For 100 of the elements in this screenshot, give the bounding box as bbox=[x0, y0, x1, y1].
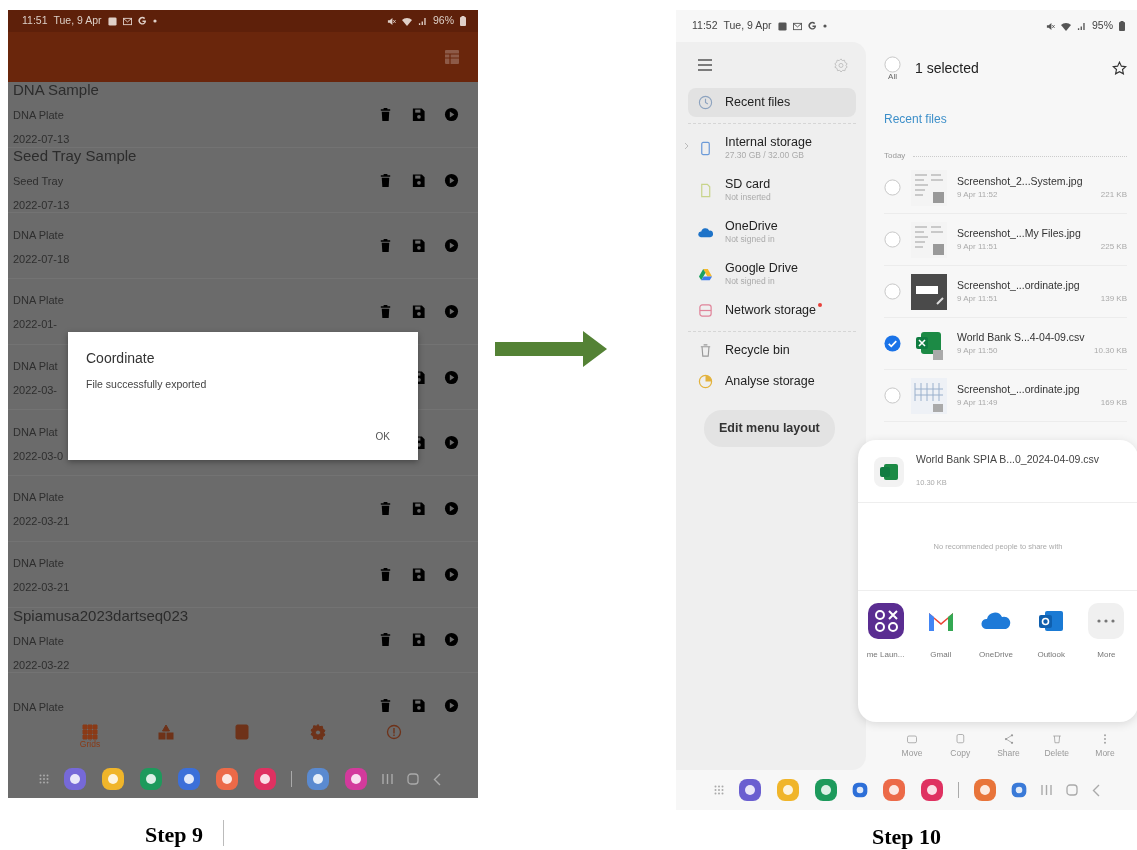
app-icon[interactable] bbox=[101, 767, 125, 791]
app-icon[interactable] bbox=[139, 767, 163, 791]
play-icon[interactable] bbox=[444, 303, 459, 319]
signal-icon bbox=[1077, 21, 1086, 31]
play-icon[interactable] bbox=[444, 566, 459, 582]
drawer-item[interactable]: Recent files bbox=[688, 88, 856, 117]
app-icon[interactable] bbox=[344, 767, 368, 791]
share-target[interactable]: OneDrive bbox=[968, 602, 1024, 661]
trash-icon[interactable] bbox=[378, 632, 393, 648]
radio-icon[interactable] bbox=[884, 387, 901, 404]
file-size: 221 KB bbox=[1100, 189, 1127, 202]
play-icon[interactable] bbox=[444, 238, 459, 254]
edit-menu-button[interactable]: Edit menu layout bbox=[704, 410, 835, 447]
play-icon[interactable] bbox=[444, 106, 459, 122]
play-icon[interactable] bbox=[444, 172, 459, 188]
trash-icon[interactable] bbox=[378, 303, 393, 319]
mute-icon bbox=[387, 16, 396, 26]
file-name[interactable]: Screenshot_...My Files.jpg bbox=[957, 225, 1081, 242]
grid-icon bbox=[82, 724, 98, 740]
drawer-item[interactable]: Network storage bbox=[688, 296, 856, 326]
screenshot-thumbnail[interactable] bbox=[911, 273, 947, 310]
trash-icon bbox=[1050, 733, 1063, 746]
app-icon[interactable] bbox=[851, 782, 868, 798]
trash-icon[interactable] bbox=[378, 106, 393, 122]
app-drawer-icon[interactable] bbox=[39, 774, 49, 784]
radio-icon[interactable] bbox=[884, 231, 901, 248]
battery-icon bbox=[1119, 21, 1125, 31]
app-icon[interactable] bbox=[919, 778, 944, 802]
file-name[interactable]: Screenshot_...ordinate.jpg bbox=[957, 381, 1080, 398]
app-icon[interactable] bbox=[63, 767, 87, 791]
file-name[interactable]: Screenshot_2...System.jpg bbox=[957, 173, 1083, 190]
trash-icon[interactable] bbox=[378, 698, 393, 714]
file-date: 9 Apr 11:49 bbox=[957, 397, 998, 410]
app-drawer-icon[interactable] bbox=[713, 785, 724, 795]
status-date: Tue, 9 Apr bbox=[53, 13, 102, 29]
dot-icon bbox=[822, 24, 827, 28]
home-icon[interactable] bbox=[407, 773, 419, 785]
file-name[interactable]: World Bank S...4-04-09.csv bbox=[957, 329, 1085, 346]
move-icon bbox=[906, 733, 918, 746]
file-date: 9 Apr 11:52 bbox=[957, 189, 998, 202]
battery-level: 96% bbox=[433, 13, 454, 29]
step-caption: Step 9 bbox=[145, 824, 204, 846]
play-icon[interactable] bbox=[444, 369, 459, 385]
play-icon[interactable] bbox=[444, 500, 459, 516]
signal-icon bbox=[418, 16, 427, 26]
radio-icon[interactable] bbox=[884, 55, 901, 73]
spreadsheet-file-icon bbox=[874, 456, 904, 487]
star-icon[interactable] bbox=[1112, 60, 1127, 76]
google-icon bbox=[137, 16, 147, 26]
play-icon[interactable] bbox=[444, 698, 459, 714]
dot-icon bbox=[152, 19, 157, 23]
app-icon[interactable] bbox=[1010, 782, 1027, 798]
drawer-item[interactable]: SD card Not inserted bbox=[688, 170, 856, 211]
radio-icon[interactable] bbox=[884, 283, 901, 300]
drawer-item[interactable]: Analyse storage bbox=[688, 367, 856, 397]
record-type: DNA Plat bbox=[13, 360, 58, 373]
app-icon[interactable] bbox=[215, 767, 239, 791]
back-icon[interactable] bbox=[1091, 783, 1100, 797]
more-icon bbox=[1088, 602, 1125, 639]
radio-icon[interactable] bbox=[884, 179, 901, 196]
share-target[interactable]: Gmail bbox=[913, 602, 969, 661]
status-time: 11:52 bbox=[692, 18, 718, 34]
recent-apps-icon[interactable] bbox=[382, 773, 393, 785]
play-icon[interactable] bbox=[444, 632, 459, 648]
share-target[interactable]: More bbox=[1078, 602, 1134, 661]
select-all-label: All bbox=[888, 72, 897, 81]
table-icon[interactable] bbox=[444, 49, 460, 65]
app-icon[interactable] bbox=[306, 767, 330, 791]
drawer-item[interactable]: Recycle bin bbox=[688, 336, 856, 366]
ok-button[interactable]: OK bbox=[365, 426, 400, 446]
trash-icon[interactable] bbox=[378, 238, 393, 254]
record-date: 2022-07-18 bbox=[13, 252, 70, 265]
trash-icon[interactable] bbox=[378, 566, 393, 582]
record-title: Seed Tray Sample bbox=[13, 147, 137, 165]
recent-apps-icon[interactable] bbox=[1040, 784, 1052, 796]
share-target[interactable]: me Laun... bbox=[858, 602, 914, 661]
file-date: 9 Apr 11:51 bbox=[957, 241, 998, 254]
mail-icon bbox=[792, 21, 802, 31]
sd-card-icon bbox=[698, 182, 713, 198]
app-icon[interactable] bbox=[253, 767, 277, 791]
screenshot-thumbnail[interactable] bbox=[911, 377, 947, 414]
share-target[interactable]: Outlook bbox=[1023, 602, 1079, 661]
app-icon[interactable] bbox=[177, 767, 201, 791]
home-icon[interactable] bbox=[1065, 784, 1078, 796]
app-icon[interactable] bbox=[737, 778, 762, 802]
back-icon[interactable] bbox=[433, 772, 441, 786]
record-type: DNA Plate bbox=[13, 228, 64, 241]
record-date: 2022-07-13 bbox=[13, 133, 70, 146]
trash-icon[interactable] bbox=[378, 500, 393, 516]
app-icon[interactable] bbox=[881, 778, 906, 802]
app-icon[interactable] bbox=[972, 778, 997, 802]
checked-radio-icon[interactable] bbox=[884, 335, 901, 352]
trash-icon[interactable] bbox=[378, 172, 393, 188]
date-group-label: Today bbox=[884, 150, 906, 162]
file-name[interactable]: Screenshot_...ordinate.jpg bbox=[957, 277, 1080, 294]
menu-icon[interactable] bbox=[698, 59, 712, 71]
app-icon[interactable] bbox=[813, 778, 838, 802]
play-icon[interactable] bbox=[444, 435, 459, 451]
drawer-item[interactable]: Internal storage 27.30 GB / 32.00 GB bbox=[688, 128, 856, 169]
status-time: 11:51 bbox=[22, 13, 48, 29]
